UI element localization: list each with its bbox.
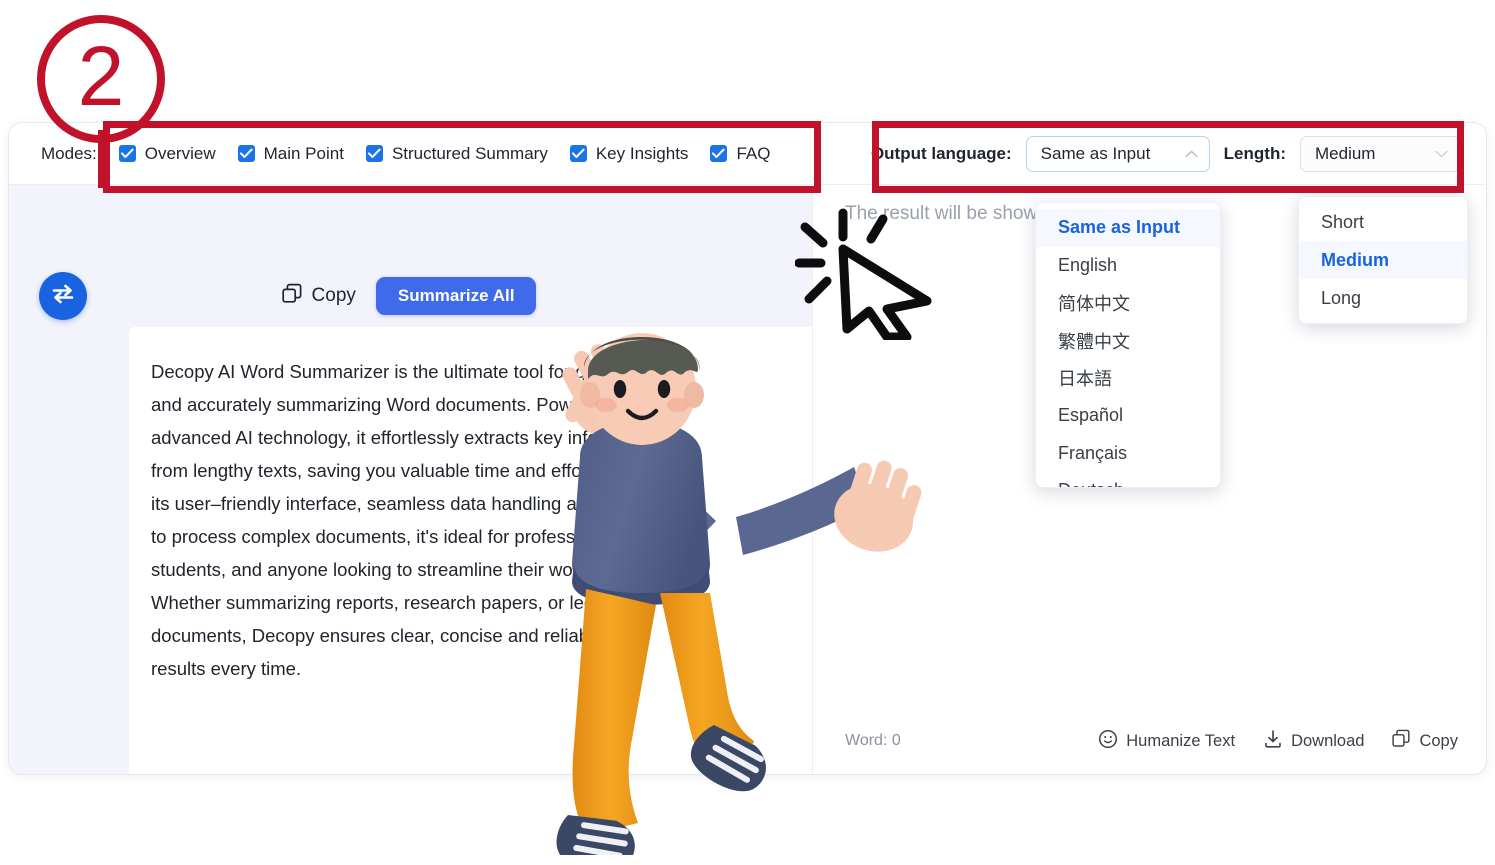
summarize-all-label: Summarize All xyxy=(397,286,515,305)
download-icon xyxy=(1263,729,1283,754)
download-label: Download xyxy=(1291,731,1365,750)
options-bar: Modes: Overview Main Point Structured Su… xyxy=(9,123,1486,185)
humanize-text-label: Humanize Text xyxy=(1126,731,1236,750)
screenshot-root: Modes: Overview Main Point Structured Su… xyxy=(0,0,1495,865)
copy-input-label: Copy xyxy=(311,285,356,306)
copy-output-label: Copy xyxy=(1419,731,1458,750)
length-option-long[interactable]: Long xyxy=(1299,279,1467,317)
download-button[interactable]: Download xyxy=(1263,729,1364,754)
annotation-step-number: 2 xyxy=(77,29,125,123)
language-option-same-as-input[interactable]: Same as Input xyxy=(1036,209,1220,247)
input-pane: Copy Summarize All Decopy AI Word Summar… xyxy=(9,185,812,774)
mode-label: FAQ xyxy=(736,143,771,163)
mode-label: Structured Summary xyxy=(391,143,548,163)
modes-label: Modes: xyxy=(41,143,97,163)
language-option-japanese[interactable]: 日本語 xyxy=(1036,359,1220,397)
output-language-value: Same as Input xyxy=(1040,143,1151,163)
copy-icon xyxy=(1392,729,1411,753)
language-option-traditional-chinese[interactable]: 繁體中文 xyxy=(1036,322,1220,360)
editor-body: Copy Summarize All Decopy AI Word Summar… xyxy=(9,185,1486,774)
swap-arrows-icon xyxy=(50,282,76,311)
word-count: Word: 0 xyxy=(845,732,901,749)
checkbox-checked-icon[interactable] xyxy=(237,145,255,162)
output-language-dropdown-menu[interactable]: Same as Input English 简体中文 繁體中文 日本語 Espa… xyxy=(1035,202,1221,488)
checkbox-checked-icon[interactable] xyxy=(569,145,587,162)
mode-checkbox-structured-summary[interactable]: Structured Summary xyxy=(365,143,548,164)
summarize-all-button[interactable]: Summarize All xyxy=(375,277,537,315)
input-document-text[interactable]: Decopy AI Word Summarizer is the ultimat… xyxy=(151,355,663,685)
length-option-short[interactable]: Short xyxy=(1299,203,1467,241)
copy-input-button[interactable]: Copy xyxy=(281,283,356,310)
copy-icon xyxy=(281,283,303,310)
length-select[interactable]: Medium xyxy=(1300,135,1460,172)
length-label: Length: xyxy=(1223,143,1286,163)
mode-checkbox-main-point[interactable]: Main Point xyxy=(237,143,344,164)
mode-label: Key Insights xyxy=(595,143,689,163)
output-language-select[interactable]: Same as Input xyxy=(1025,135,1210,172)
mode-checkbox-overview[interactable]: Overview xyxy=(118,143,216,164)
output-footer: Word: 0 Humanize Text Download Copy xyxy=(813,726,1486,756)
checkbox-checked-icon[interactable] xyxy=(710,145,728,162)
mode-checkbox-key-insights[interactable]: Key Insights xyxy=(569,143,689,164)
input-document-card[interactable]: Decopy AI Word Summarizer is the ultimat… xyxy=(129,327,812,774)
length-value: Medium xyxy=(1315,143,1376,163)
copy-output-button[interactable]: Copy xyxy=(1392,729,1458,753)
mode-label: Main Point xyxy=(263,143,344,163)
mode-checkbox-faq[interactable]: FAQ xyxy=(710,144,770,164)
language-option-simplified-chinese[interactable]: 简体中文 xyxy=(1036,284,1220,322)
checkbox-checked-icon[interactable] xyxy=(365,145,383,162)
chevron-down-icon xyxy=(1435,148,1448,160)
humanize-text-button[interactable]: Humanize Text xyxy=(1098,729,1235,754)
language-option-english[interactable]: English xyxy=(1036,247,1220,285)
output-actions: Humanize Text Download Copy xyxy=(1098,729,1458,754)
length-dropdown-menu[interactable]: Short Medium Long xyxy=(1298,196,1468,324)
checkbox-checked-icon[interactable] xyxy=(118,145,136,162)
chevron-up-icon xyxy=(1184,148,1198,160)
input-toolbar: Copy Summarize All xyxy=(129,275,689,317)
mode-label: Overview xyxy=(144,143,216,163)
swap-panes-button[interactable] xyxy=(39,272,87,320)
output-language-label: Output language: xyxy=(870,143,1012,163)
length-option-medium[interactable]: Medium xyxy=(1299,241,1467,279)
output-options-group: Output language: Same as Input Length: M… xyxy=(870,135,1486,172)
modes-group: Modes: Overview Main Point Structured Su… xyxy=(9,144,770,164)
language-option-spanish[interactable]: Español xyxy=(1036,397,1220,435)
language-option-french[interactable]: Français xyxy=(1036,435,1220,473)
smiley-icon xyxy=(1098,729,1118,754)
summarizer-app-card: Modes: Overview Main Point Structured Su… xyxy=(8,122,1487,775)
language-option-german[interactable]: Deutsch xyxy=(1036,472,1220,487)
